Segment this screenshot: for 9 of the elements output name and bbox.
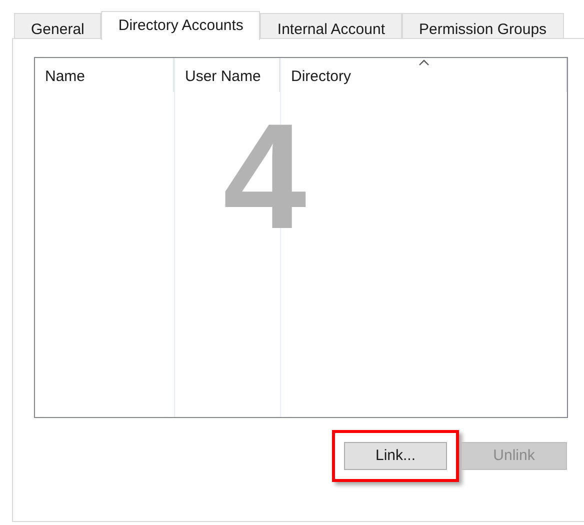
tab[interactable]: General [14, 13, 102, 39]
tab[interactable]: Directory Accounts [101, 11, 260, 40]
column-header[interactable]: Name [35, 58, 174, 92]
button[interactable]: Link... [344, 442, 447, 470]
callout-number: 4 [223, 101, 306, 251]
tab[interactable]: Permission Groups [402, 13, 564, 39]
column-header[interactable]: User Name [175, 58, 280, 92]
tab[interactable]: Internal Account [260, 13, 402, 39]
column-header[interactable]: Directory [281, 58, 567, 92]
